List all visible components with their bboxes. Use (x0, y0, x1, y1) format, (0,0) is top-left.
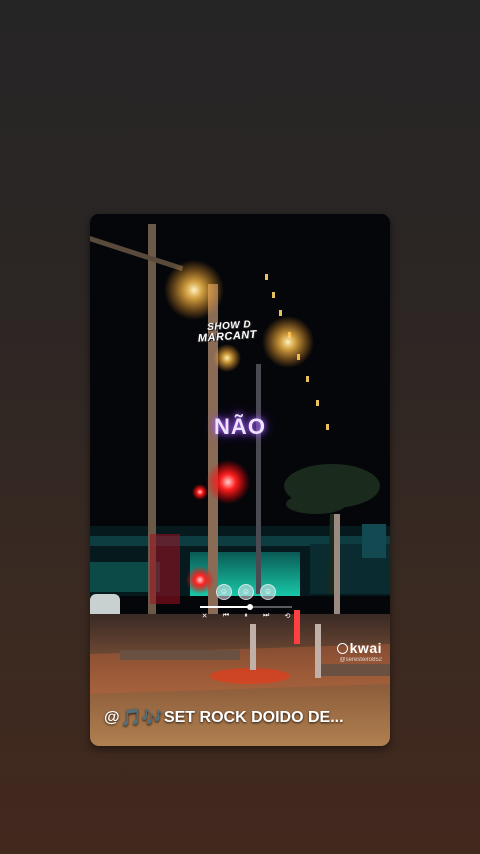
musical-notes-icon: 🎵🎶 (120, 708, 163, 727)
player-controls: ✕ ⏮ ⏸ ⏭ ⟲ (194, 612, 298, 620)
story-caption[interactable]: @ 🎵🎶 SET ROCK DOIDO DE... (104, 708, 384, 728)
kwai-logo-icon (336, 643, 348, 654)
night-street-background (90, 214, 390, 746)
next-icon[interactable]: ⏭ (263, 612, 269, 620)
progress-bar[interactable] (200, 604, 292, 610)
kwai-brand-text: kwai (349, 640, 382, 656)
player-emoji-row: ☺ ☺ ☺ (194, 584, 298, 600)
prev-icon[interactable]: ⏮ (223, 612, 229, 620)
shuffle-icon[interactable]: ✕ (202, 612, 208, 620)
pause-icon[interactable]: ⏸ (244, 612, 248, 620)
kwai-watermark: kwai @seresteiro852 (336, 640, 382, 663)
emoji-bubble: ☺ (260, 584, 276, 600)
progress-knob[interactable] (246, 604, 253, 610)
kwai-brand: kwai (336, 640, 382, 656)
show-watermark-logo: SHOW D MARCANT (197, 317, 279, 358)
emoji-bubble: ☺ (238, 584, 254, 600)
caption-at: @ (104, 709, 120, 726)
kwai-handle: @seresteiro852 (339, 657, 382, 663)
music-player-widget[interactable]: ☺ ☺ ☺ ✕ ⏮ ⏸ ⏭ ⟲ (194, 584, 298, 624)
caption-text: SET ROCK DOIDO DE... (163, 709, 344, 726)
emoji-bubble: ☺ (216, 584, 232, 600)
progress-fill (200, 606, 248, 608)
story-card[interactable]: SHOW D MARCANT NÃO ☺ ☺ ☺ ✕ ⏮ ⏸ ⏭ ⟲ kwai … (90, 214, 390, 746)
repeat-icon[interactable]: ⟲ (284, 612, 290, 620)
lyric-text: NÃO (214, 414, 266, 439)
